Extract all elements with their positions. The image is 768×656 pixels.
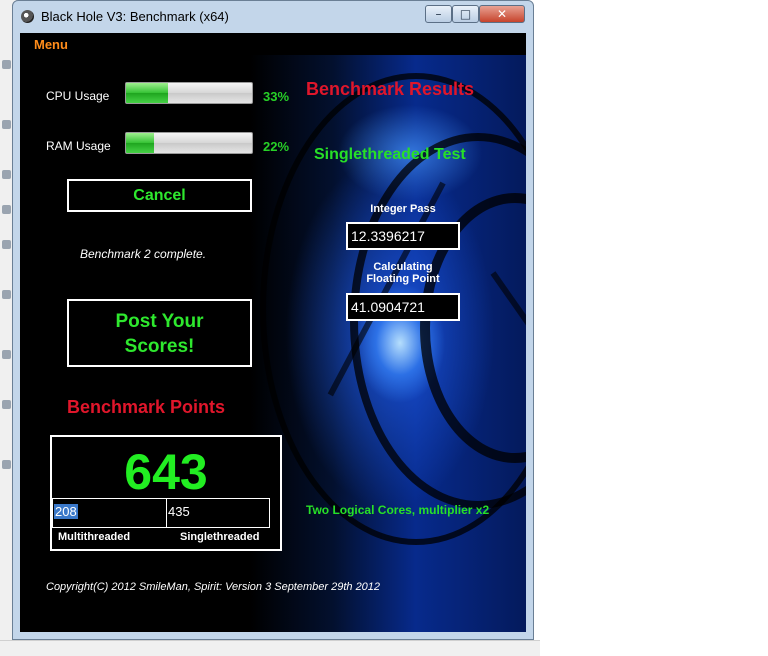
post-scores-label-line2: Scores! xyxy=(124,336,195,357)
multithreaded-label: Multithreaded xyxy=(58,531,131,543)
singlethreaded-label: Singlethreaded xyxy=(180,531,260,543)
floating-point-label: Calculating Floating Point xyxy=(346,261,460,285)
post-scores-button[interactable]: Post Your Scores! xyxy=(67,299,252,367)
menu-item-menu[interactable]: Menu xyxy=(34,37,68,52)
cancel-button[interactable]: Cancel xyxy=(67,179,252,212)
desktop-bottom-strip xyxy=(0,640,540,656)
multithreaded-score-value: 208 xyxy=(54,504,78,519)
benchmark-status-text: Benchmark 2 complete. xyxy=(80,247,207,261)
close-button[interactable]: ✕ xyxy=(479,5,525,23)
test-type-title: Singlethreaded Test xyxy=(314,146,466,163)
copyright-text: Copyright(C) 2012 SmileMan, Spirit: Vers… xyxy=(46,581,381,593)
integer-pass-value-field[interactable]: 12.3396217 xyxy=(346,222,460,250)
maximize-button[interactable]: □ xyxy=(452,5,479,23)
multithreaded-score-field[interactable]: 208 xyxy=(52,498,167,528)
ram-usage-fill xyxy=(126,133,154,153)
minimize-button[interactable]: – xyxy=(425,5,452,23)
floating-point-value-field[interactable]: 41.0904721 xyxy=(346,293,460,321)
ram-usage-label: RAM Usage xyxy=(46,139,111,153)
menu-bar: Menu xyxy=(20,33,526,55)
points-panel: 643 208 435 Multithreaded Singlethreaded xyxy=(50,435,282,551)
floating-point-label-line2: Floating Point xyxy=(366,273,440,285)
client-area: Menu CPU Usage 33% RAM Usage 22% Cancel … xyxy=(20,33,526,632)
ram-usage-percent: 22% xyxy=(263,139,290,154)
floating-point-label-line1: Calculating xyxy=(373,261,433,273)
ram-usage-progress-bar xyxy=(125,132,253,154)
total-points-value: 643 xyxy=(124,444,208,500)
logical-cores-text: Two Logical Cores, multiplier x2 xyxy=(306,503,490,517)
cpu-usage-percent: 33% xyxy=(263,89,290,104)
singlethreaded-score-field[interactable]: 435 xyxy=(166,498,270,528)
integer-pass-label: Integer Pass xyxy=(370,203,436,215)
cpu-usage-progress-bar xyxy=(125,82,253,104)
title-bar[interactable]: Black Hole V3: Benchmark (x64) – □ ✕ xyxy=(13,1,533,33)
cpu-usage-label: CPU Usage xyxy=(46,89,110,103)
benchmark-window: Black Hole V3: Benchmark (x64) – □ ✕ Men… xyxy=(12,0,534,640)
benchmark-points-title: Benchmark Points xyxy=(67,397,226,417)
black-hole-app-icon[interactable] xyxy=(21,10,34,23)
cpu-usage-fill xyxy=(126,83,168,103)
post-scores-label-line1: Post Your xyxy=(115,311,204,332)
benchmark-results-title: Benchmark Results xyxy=(306,79,475,99)
window-title: Black Hole V3: Benchmark (x64) xyxy=(41,9,229,24)
